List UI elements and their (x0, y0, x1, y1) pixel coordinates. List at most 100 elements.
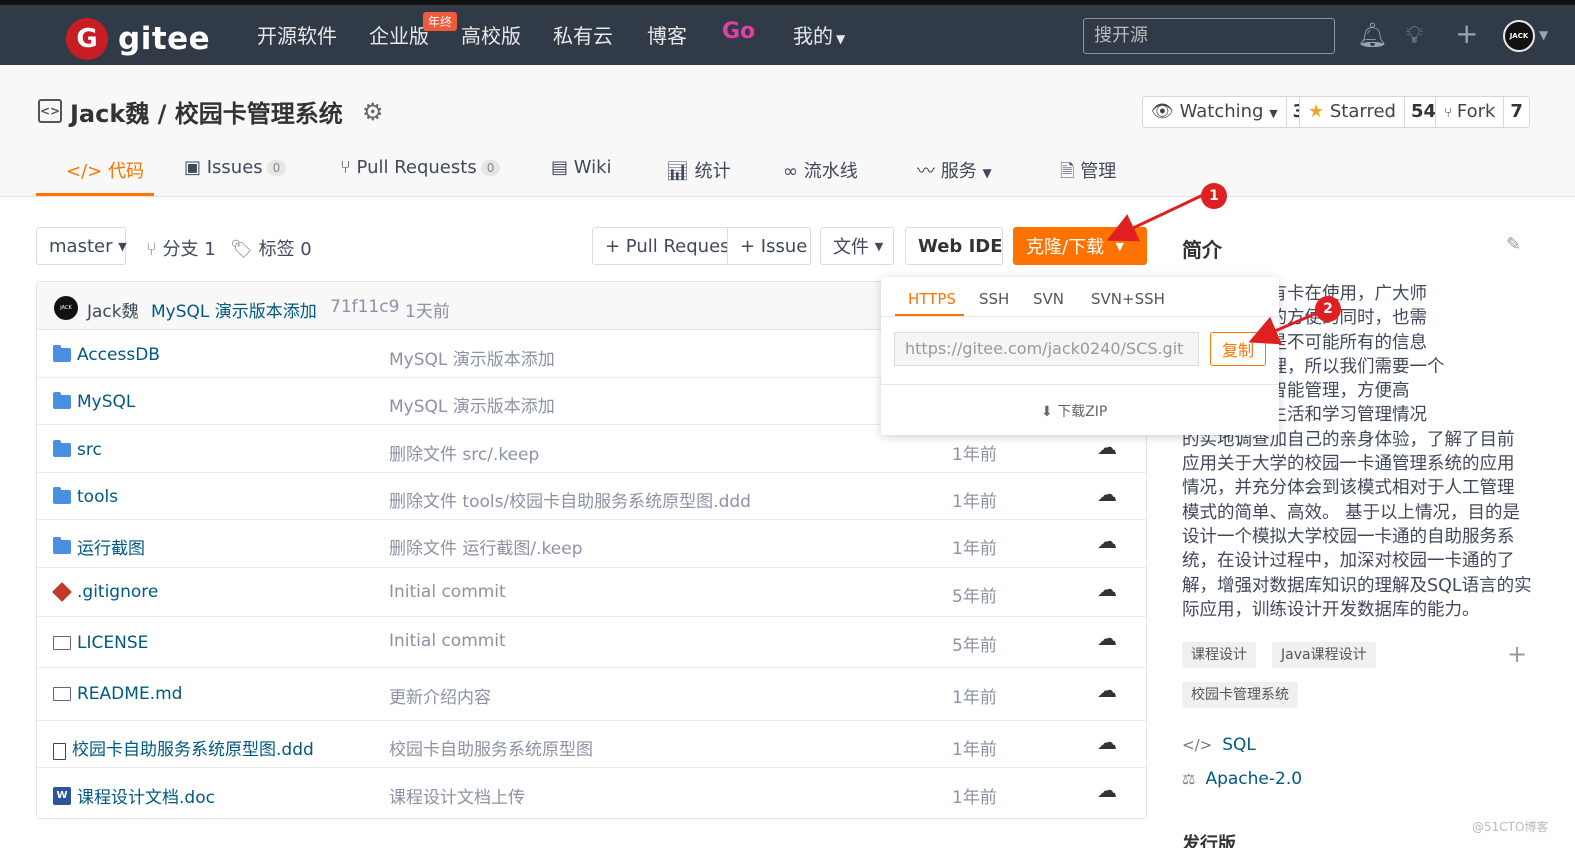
active-tab-indicator (36, 193, 154, 196)
branch-select[interactable]: master ▼ (36, 227, 127, 265)
lightbulb-icon[interactable]: 💡︎ (1406, 21, 1423, 49)
cloud-download-icon[interactable]: ☁ (1097, 529, 1117, 553)
file-name-link[interactable]: 运行截图 (53, 534, 145, 559)
cloud-download-icon[interactable]: ☁ (1097, 482, 1117, 506)
file-name-link[interactable]: src (53, 440, 102, 460)
web-ide-button[interactable]: Web IDE (905, 227, 1003, 265)
tab-https[interactable]: HTTPS (908, 290, 956, 308)
avatar-caret-icon[interactable]: ▼ (1539, 28, 1548, 42)
download-zip-link[interactable]: ⬇ 下载ZIP (1041, 401, 1107, 421)
license-link[interactable]: ⚖ Apache-2.0 (1182, 769, 1302, 789)
fork-button[interactable]: ⑂ Fork 7 (1435, 96, 1530, 128)
tab-wiki-label: Wiki (573, 157, 612, 178)
tab-issues[interactable]: ▣ Issues 0 (184, 157, 287, 178)
badge-icon[interactable]: ⚙ (362, 98, 384, 126)
tab-svn[interactable]: SVN (1033, 290, 1064, 308)
file-commit-message[interactable]: 校园卡自助服务系统原型图 (389, 735, 593, 760)
tab-services-label: 服务 (940, 161, 977, 182)
new-issue-button[interactable]: + Issue (727, 227, 811, 265)
nav-go[interactable]: Go (722, 19, 755, 44)
topic-tag[interactable]: 课程设计 (1182, 642, 1256, 668)
language-label: SQL (1222, 735, 1256, 755)
edit-icon[interactable]: ✎ (1506, 234, 1521, 255)
commit-message[interactable]: MySQL 演示版本添加 (151, 297, 317, 322)
folder-icon (53, 345, 71, 362)
tags-link[interactable]: 🏷︎ 标签 0 (230, 235, 312, 261)
watch-button[interactable]: 👁︎ Watching ▼ 3 (1142, 96, 1313, 128)
clone-download-button[interactable]: 克隆/下载 ▼ (1013, 227, 1147, 265)
commit-hash[interactable]: 71f11c9 (330, 297, 399, 317)
issues-icon: ▣ (184, 157, 207, 178)
file-menu-button[interactable]: 文件 ▼ (820, 227, 894, 265)
file-commit-message[interactable]: 更新介绍内容 (389, 683, 491, 708)
topic-tag[interactable]: Java课程设计 (1272, 642, 1376, 668)
commit-author-avatar[interactable]: JACK (54, 296, 78, 320)
tab-services[interactable]: 〰 服务 ▼ (917, 157, 992, 183)
nav-blog[interactable]: 博客 (647, 20, 687, 49)
file-commit-message[interactable]: 课程设计文档上传 (389, 783, 525, 808)
gitee-logo[interactable]: G gitee (66, 18, 210, 60)
tab-pull-requests[interactable]: ⑂ Pull Requests 0 (340, 157, 501, 178)
cloud-download-icon[interactable]: ☁ (1097, 678, 1117, 702)
cloud-download-icon[interactable]: ☁ (1097, 626, 1117, 650)
file-commit-message[interactable]: MySQL 演示版本添加 (389, 392, 555, 417)
cloud-download-icon[interactable]: ☁ (1097, 577, 1117, 601)
add-tag-icon[interactable]: + (1507, 640, 1527, 668)
file-commit-message[interactable]: Initial commit (389, 582, 506, 602)
folder-icon (53, 440, 71, 457)
tab-ssh[interactable]: SSH (979, 290, 1009, 308)
new-pull-request-button[interactable]: + Pull Request (592, 227, 737, 265)
file-commit-message[interactable]: Initial commit (389, 631, 506, 651)
language-link[interactable]: </> SQL (1182, 735, 1256, 755)
tab-code-label: 代码 (107, 161, 144, 182)
file-name-link[interactable]: AccessDB (53, 345, 160, 365)
file-name-link[interactable]: .gitignore (52, 582, 158, 602)
file-commit-message[interactable]: MySQL 演示版本添加 (389, 345, 555, 370)
plus-icon[interactable]: + (1455, 17, 1478, 50)
tab-manage[interactable]: 🗎︎ 管理 (1060, 157, 1116, 189)
divider (881, 384, 1279, 385)
copy-button[interactable]: 复制 (1210, 332, 1266, 366)
file-commit-message[interactable]: 删除文件 tools/校园卡自助服务系统原型图.ddd (389, 487, 751, 512)
nav-education[interactable]: 高校版 (461, 20, 521, 49)
file-commit-message[interactable]: 删除文件 运行截图/.keep (389, 534, 582, 559)
branches-link[interactable]: ⑂ 分支 1 (146, 235, 216, 261)
nav-open-source[interactable]: 开源软件 (257, 20, 337, 49)
tab-wiki[interactable]: ▤ Wiki (551, 157, 612, 178)
cloud-download-icon[interactable]: ☁ (1097, 730, 1117, 754)
nav-private-cloud[interactable]: 私有云 (553, 20, 613, 49)
branch-label: master (49, 235, 113, 257)
pull-request-icon: ⑂ (340, 157, 357, 178)
file-name-link[interactable]: tools (53, 487, 118, 507)
cloud-download-icon[interactable]: ☁ (1097, 778, 1117, 802)
file-commit-message[interactable]: 删除文件 src/.keep (389, 440, 539, 465)
table-row: W 课程设计文档.doc 课程设计文档上传 1年前 ☁ (37, 768, 1146, 818)
file-name-link[interactable]: MySQL (53, 392, 135, 412)
topic-tag[interactable]: 校园卡管理系统 (1182, 682, 1298, 708)
table-row: .gitignore Initial commit 5年前 ☁ (37, 568, 1146, 617)
star-button[interactable]: ★ Starred 54 (1299, 96, 1444, 128)
cloud-download-icon[interactable]: ☁ (1097, 435, 1117, 459)
user-avatar[interactable]: JACK (1503, 20, 1535, 52)
caret-down-icon: ▼ (1115, 239, 1124, 253)
clone-url-input[interactable]: https://gitee.com/jack0240/SCS.git (894, 332, 1199, 366)
file-name-link[interactable]: 校园卡自助服务系统原型图.ddd (53, 735, 314, 760)
pr-count: 0 (480, 160, 501, 176)
bell-icon[interactable]: 🔔︎ (1357, 21, 1387, 49)
gitee-logo-icon: G (66, 18, 108, 60)
tab-stats[interactable]: 📊︎ 统计 (666, 157, 731, 183)
file-name-link[interactable]: W 课程设计文档.doc (53, 783, 215, 808)
tab-pipeline[interactable]: ∞ 流水线 (783, 157, 858, 183)
commit-time: 1天前 (405, 302, 450, 322)
tab-svn-ssh[interactable]: SVN+SSH (1091, 290, 1165, 308)
file-name-link[interactable]: README.md (53, 684, 182, 704)
search-input[interactable]: 搜开源 (1083, 18, 1335, 54)
file-name-link[interactable]: LICENSE (53, 633, 148, 653)
tab-code[interactable]: </> 代码 (66, 157, 144, 183)
fork-count[interactable]: 7 (1503, 97, 1529, 127)
commit-author[interactable]: Jack魏 (87, 297, 139, 322)
description-line: 际应用，训练设计开发数据库的能力。 (1182, 599, 1480, 620)
nav-enterprise[interactable]: 企业版 (369, 20, 429, 49)
nav-mine[interactable]: 我的 ▼ (793, 20, 845, 49)
repo-title[interactable]: Jack魏 / 校园卡管理系统 (70, 94, 343, 129)
